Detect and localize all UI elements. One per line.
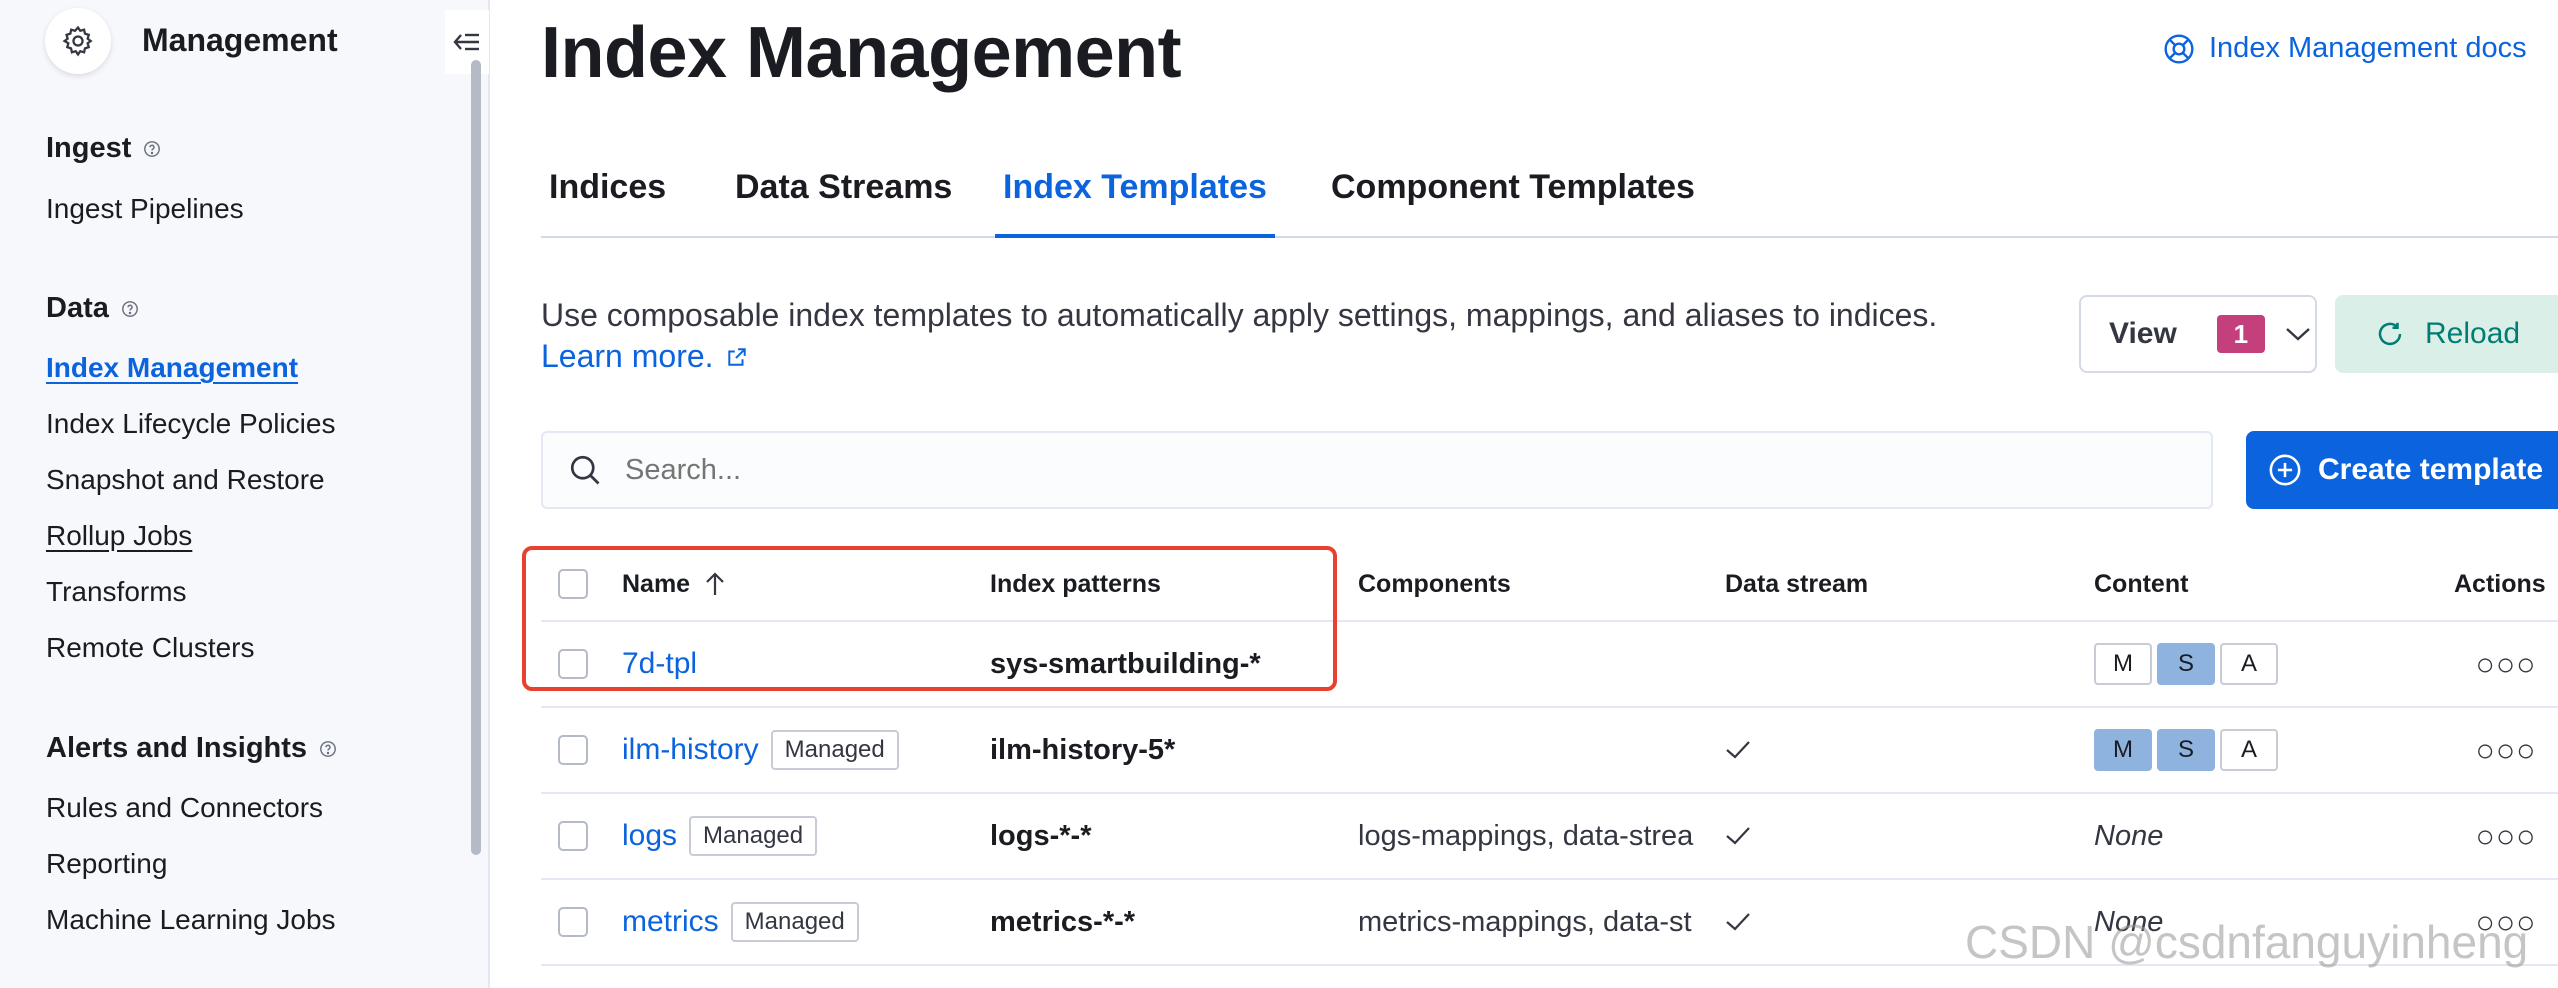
help-icon[interactable] — [121, 300, 139, 318]
help-icon[interactable] — [319, 740, 337, 758]
sidebar-group-label: Data — [46, 292, 109, 324]
help-icon[interactable] — [143, 140, 161, 158]
plus-circle-icon — [2269, 454, 2301, 486]
learn-more-link[interactable]: Learn more. — [541, 338, 748, 375]
aliases-indicator: A — [2220, 729, 2278, 771]
settings-indicator: S — [2157, 729, 2215, 771]
check-icon — [1726, 913, 1750, 931]
column-header-data-stream[interactable]: Data stream — [1725, 548, 1868, 620]
docs-link[interactable]: Index Management docs — [2163, 32, 2527, 65]
sidebar-group-label: Alerts and Insights — [46, 732, 308, 764]
table-row: logs Managed logs-*-* logs-mappings, dat… — [541, 794, 2558, 880]
template-name-link[interactable]: ilm-history — [622, 733, 759, 767]
sidebar-group-label: Ingest — [46, 132, 132, 164]
row-checkbox[interactable] — [558, 907, 588, 937]
view-filter-button[interactable]: View 1 — [2079, 295, 2317, 373]
row-actions-icon[interactable]: ○○○ — [2476, 732, 2537, 769]
sidebar: Management Ingest Ingest Pipelines Data … — [0, 0, 490, 988]
template-name-link[interactable]: metrics — [622, 905, 719, 939]
column-header-content: Content — [2094, 569, 2189, 598]
watermark: CSDN @csdnfanguyinheng — [1965, 916, 2529, 968]
sidebar-item-remote-clusters[interactable]: Remote Clusters — [46, 632, 255, 664]
index-pattern: metrics-*-* — [990, 905, 1136, 938]
check-icon — [1726, 741, 1750, 759]
sidebar-scrollbar[interactable] — [471, 60, 481, 855]
sidebar-item-rollup-jobs[interactable]: Rollup Jobs — [46, 520, 192, 552]
aliases-indicator: A — [2220, 643, 2278, 685]
reload-label: Reload — [2425, 317, 2521, 350]
sidebar-item-index-lifecycle-policies[interactable]: Index Lifecycle Policies — [46, 408, 335, 440]
sidebar-item-rules-connectors[interactable]: Rules and Connectors — [46, 792, 323, 824]
sidebar-item-ml-jobs[interactable]: Machine Learning Jobs — [46, 904, 336, 936]
content-indicators: M S A — [2094, 729, 2278, 771]
row-checkbox[interactable] — [558, 821, 588, 851]
managed-badge: Managed — [770, 730, 899, 770]
search-bar — [541, 431, 2213, 509]
table-row: ilm-history Managed ilm-history-5* M S A… — [541, 708, 2558, 794]
tab-component-templates[interactable]: Component Templates — [1323, 168, 1703, 238]
index-pattern: ilm-history-5* — [990, 733, 1176, 766]
help-lifebuoy-icon — [2164, 33, 2194, 64]
sidebar-group-alerts-insights: Alerts and Insights — [46, 732, 337, 765]
refresh-icon — [2378, 322, 2402, 346]
column-header-components[interactable]: Components — [1358, 548, 1511, 620]
tab-indices[interactable]: Indices — [541, 168, 674, 238]
mappings-indicator: M — [2094, 643, 2152, 685]
sidebar-item-ingest-pipelines[interactable]: Ingest Pipelines — [46, 193, 244, 225]
sidebar-item-reporting[interactable]: Reporting — [46, 848, 167, 880]
mappings-indicator: M — [2094, 729, 2152, 771]
view-count-badge: 1 — [2216, 315, 2265, 353]
sidebar-group-data: Data — [46, 292, 139, 325]
tab-data-streams[interactable]: Data Streams — [727, 168, 960, 238]
create-template-label: Create template — [2318, 453, 2544, 486]
search-icon — [570, 455, 600, 485]
template-name-link[interactable]: logs — [622, 819, 677, 853]
content-none: None — [2094, 819, 2164, 852]
page-title: Index Management — [541, 13, 1182, 93]
check-icon — [1726, 827, 1750, 845]
management-gear-icon[interactable] — [45, 8, 111, 74]
tab-index-templates[interactable]: Index Templates — [995, 168, 1275, 238]
managed-badge: Managed — [730, 902, 859, 942]
content-indicators: M S A — [2094, 643, 2278, 685]
collapse-sidebar-button[interactable] — [445, 10, 489, 74]
index-pattern: logs-*-* — [990, 819, 1092, 852]
chevron-down-icon — [2286, 328, 2310, 341]
learn-more-label: Learn more. — [541, 338, 714, 374]
settings-indicator: S — [2157, 643, 2215, 685]
page-description: Use composable index templates to automa… — [541, 297, 1938, 333]
column-header-actions: Actions — [2454, 569, 2546, 598]
tab-bar: Indices Data Streams Index Templates Com… — [541, 160, 2558, 238]
create-template-button[interactable]: Create template — [2246, 431, 2558, 509]
managed-badge: Managed — [689, 816, 818, 856]
sidebar-item-index-management[interactable]: Index Management — [46, 352, 298, 384]
search-input[interactable] — [625, 453, 2125, 487]
sidebar-group-ingest: Ingest — [46, 132, 161, 165]
row-checkbox[interactable] — [558, 735, 588, 765]
view-label: View — [2109, 317, 2177, 350]
highlight-box — [522, 546, 1337, 691]
sidebar-item-transforms[interactable]: Transforms — [46, 576, 187, 608]
row-actions-icon[interactable]: ○○○ — [2476, 818, 2537, 855]
external-link-icon — [727, 347, 746, 366]
components-list: logs-mappings, data-strea — [1358, 819, 1694, 852]
sidebar-item-snapshot-restore[interactable]: Snapshot and Restore — [46, 464, 325, 496]
row-actions-icon[interactable]: ○○○ — [2476, 646, 2537, 683]
reload-button[interactable]: Reload — [2335, 295, 2558, 373]
collapse-icon — [453, 33, 479, 51]
docs-link-label: Index Management docs — [2209, 32, 2527, 64]
components-list: metrics-mappings, data-st — [1358, 905, 1692, 938]
sidebar-title: Management — [142, 22, 338, 58]
